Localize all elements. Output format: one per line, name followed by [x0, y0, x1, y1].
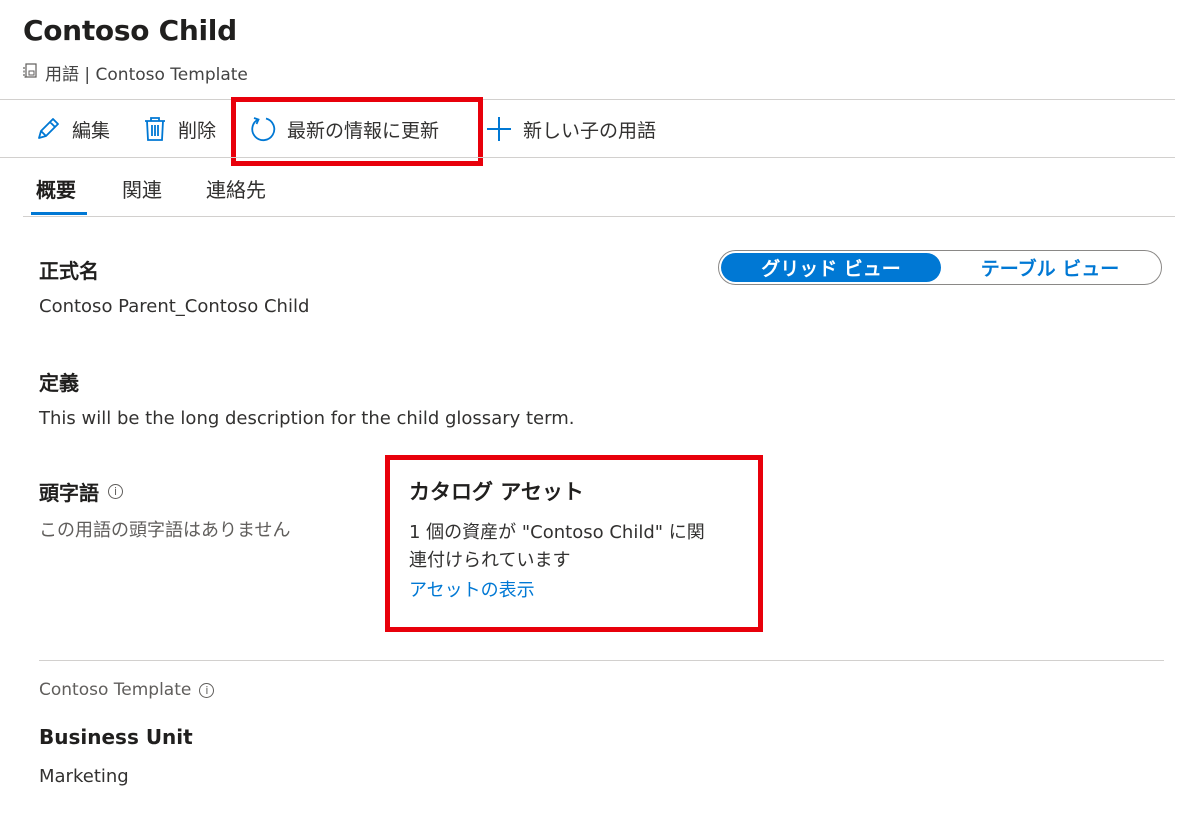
acronym-heading: 頭字語 i	[39, 477, 123, 506]
new-child-term-label: 新しい子の用語	[523, 119, 657, 142]
breadcrumb: 用語 | Contoso Template	[22, 60, 248, 85]
view-toggle: グリッド ビュー テーブル ビュー	[718, 250, 1162, 285]
definition-value: This will be the long description for th…	[39, 408, 575, 429]
definition-label: 定義	[39, 371, 79, 395]
grid-view-button[interactable]: グリッド ビュー	[721, 253, 941, 282]
formal-name-value: Contoso Parent_Contoso Child	[39, 296, 310, 317]
template-heading: Contoso Template i	[39, 680, 215, 700]
tabs-divider	[23, 216, 1175, 217]
info-icon[interactable]: i	[199, 682, 215, 698]
highlight-refresh	[231, 97, 483, 166]
info-icon[interactable]: i	[108, 484, 123, 499]
edit-label: 編集	[72, 119, 111, 142]
edit-button[interactable]: 編集	[34, 112, 110, 146]
template-label: Contoso Template	[39, 680, 192, 700]
business-unit-label: Business Unit	[39, 725, 193, 749]
acronym-label: 頭字語	[39, 481, 99, 505]
page-title: Contoso Child	[23, 14, 237, 47]
new-child-term-button[interactable]: 新しい子の用語	[485, 112, 656, 146]
delete-label: 削除	[178, 119, 217, 142]
divider	[39, 660, 1164, 661]
tab-active-indicator	[31, 212, 87, 215]
subtitle-text: 用語 | Contoso Template	[45, 65, 248, 85]
plus-icon	[485, 115, 513, 143]
divider	[0, 99, 1175, 100]
acronym-value: この用語の頭字語はありません	[39, 520, 291, 541]
trash-icon	[142, 115, 168, 143]
table-view-button[interactable]: テーブル ビュー	[943, 253, 1157, 282]
divider	[0, 157, 1175, 158]
tab-overview[interactable]: 概要	[36, 174, 76, 203]
tab-contacts[interactable]: 連絡先	[206, 174, 266, 203]
delete-button[interactable]: 削除	[142, 112, 216, 146]
glossary-term-icon	[22, 61, 40, 84]
formal-name-label: 正式名	[39, 259, 99, 283]
highlight-catalog-assets	[385, 455, 763, 632]
tab-related[interactable]: 関連	[122, 174, 162, 203]
business-unit-value: Marketing	[39, 766, 129, 787]
pencil-icon	[34, 115, 62, 143]
